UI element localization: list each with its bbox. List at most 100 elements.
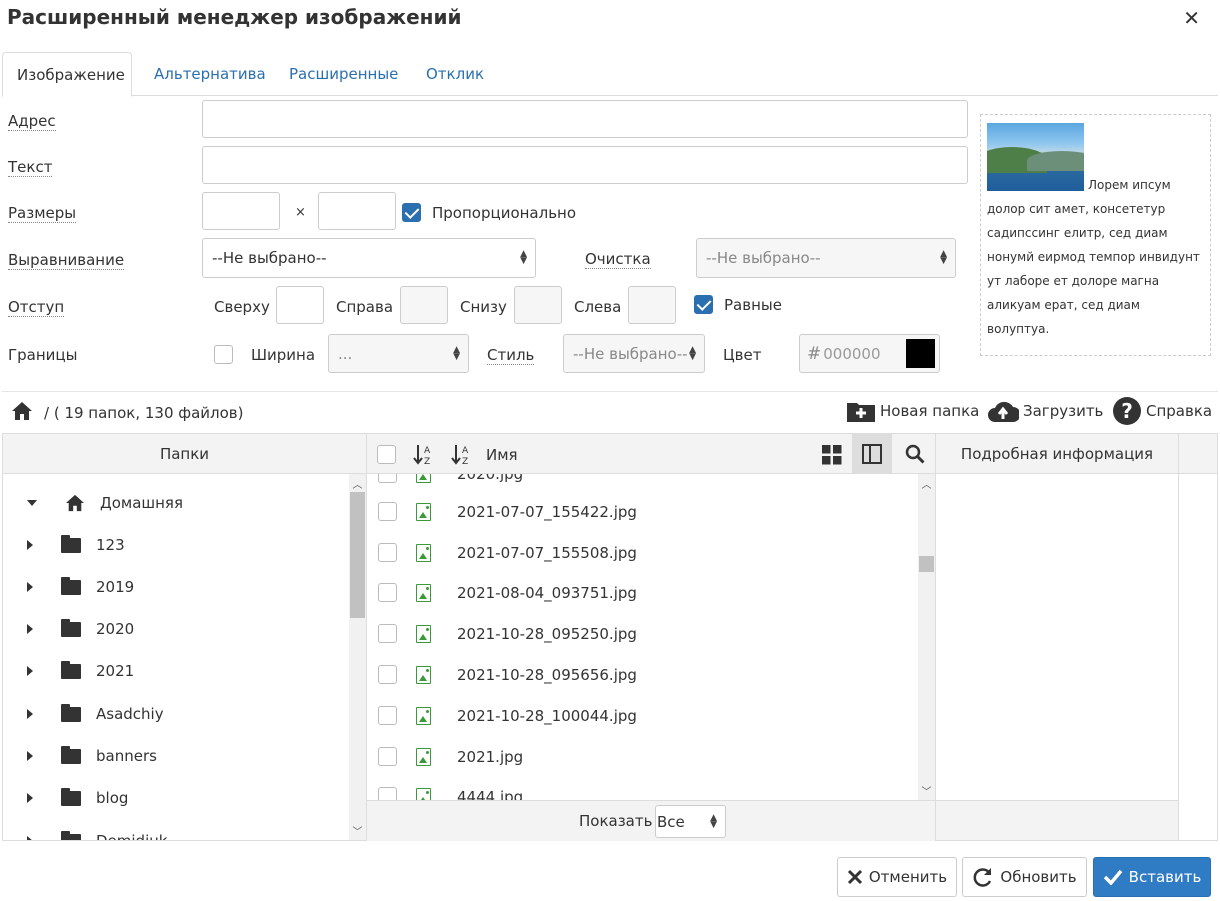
file-checkbox[interactable]: [378, 583, 397, 602]
text-input[interactable]: [202, 146, 968, 184]
scroll-up-icon[interactable]: ︿: [349, 476, 366, 491]
border-color-input[interactable]: # 000000: [799, 334, 940, 373]
padding-bottom-input[interactable]: [514, 286, 562, 324]
details-view-button[interactable]: [852, 434, 892, 473]
folder-asadchiy[interactable]: Asadchiy: [4, 693, 349, 735]
close-icon[interactable]: ✕: [1183, 6, 1200, 30]
color-swatch[interactable]: [906, 339, 935, 368]
caret-right-icon[interactable]: [27, 582, 33, 592]
folder-scrollbar[interactable]: ︿ ﹀: [349, 474, 366, 840]
refresh-label: Обновить: [1000, 868, 1077, 886]
width-input[interactable]: [202, 192, 280, 230]
folder-123[interactable]: 123: [4, 524, 349, 566]
file-name: 2021-10-28_095656.jpg: [457, 665, 637, 684]
folder-2021[interactable]: 2021: [4, 650, 349, 692]
tab-alternative[interactable]: Альтернатива: [140, 52, 280, 96]
align-select[interactable]: --Не выбрано-- ▲ ▼: [202, 238, 536, 278]
grid-view-icon[interactable]: [822, 445, 842, 465]
select-all-checkbox[interactable]: [377, 445, 396, 464]
caret-right-icon[interactable]: [27, 793, 33, 803]
padding-left-input[interactable]: [628, 286, 676, 324]
tab-response[interactable]: Отклик: [412, 52, 498, 96]
file-list-footer: Показать Все ▲ ▼: [366, 800, 936, 841]
border-color-placeholder: 000000: [823, 344, 881, 363]
help-button[interactable]: ? Справка: [1112, 396, 1212, 426]
sort-az-icon[interactable]: A Z: [413, 443, 435, 465]
search-icon[interactable]: [905, 444, 925, 464]
scroll-thumb[interactable]: [919, 556, 934, 572]
folder-demidiuk[interactable]: Demidiuk: [4, 820, 349, 840]
proportional-checkbox[interactable]: [402, 203, 421, 222]
details-header-label: Подробная информация: [960, 444, 1154, 463]
tab-image[interactable]: Изображение: [2, 52, 132, 97]
file-row[interactable]: 2021-08-04_093751.jpg: [369, 572, 917, 613]
home-icon[interactable]: [11, 401, 33, 421]
tab-advanced[interactable]: Расширенные: [275, 52, 412, 96]
sort-za-icon[interactable]: A Z: [451, 443, 473, 465]
image-preview: Лорем ипсум долор сит амет, консететур с…: [980, 114, 1211, 356]
file-checkbox[interactable]: [378, 747, 397, 766]
file-row[interactable]: 4444.jpg: [369, 776, 917, 800]
insert-button[interactable]: Вставить: [1093, 857, 1211, 897]
folder-icon: [61, 534, 81, 553]
caret-right-icon[interactable]: [27, 624, 33, 634]
file-checkbox[interactable]: [378, 543, 397, 562]
file-checkbox[interactable]: [378, 624, 397, 643]
file-name: 2021.jpg: [457, 747, 524, 766]
caret-right-icon[interactable]: [27, 751, 33, 761]
address-input[interactable]: [202, 100, 968, 138]
folder-banners[interactable]: banners: [4, 735, 349, 777]
caret-right-icon[interactable]: [27, 540, 33, 550]
caret-right-icon[interactable]: [27, 666, 33, 676]
file-row[interactable]: 2021-10-28_100044.jpg: [369, 695, 917, 736]
image-file-icon: [416, 583, 431, 602]
caret-right-icon[interactable]: [27, 709, 33, 719]
file-row[interactable]: 2021-10-28_095656.jpg: [369, 654, 917, 695]
name-column-header[interactable]: Имя: [486, 446, 518, 464]
file-checkbox[interactable]: [378, 502, 397, 521]
file-checkbox[interactable]: [378, 706, 397, 725]
border-checkbox[interactable]: [214, 345, 233, 364]
file-row[interactable]: 2021-10-28_095250.jpg: [369, 613, 917, 654]
show-label: Показать: [579, 812, 653, 830]
folder-home[interactable]: Домашняя: [4, 482, 349, 524]
file-row[interactable]: 2021-07-07_155508.jpg: [369, 532, 917, 573]
border-width-select[interactable]: ... ▲ ▼: [328, 334, 469, 373]
padding-top-input[interactable]: [276, 286, 324, 324]
border-width-label: Ширина: [251, 346, 316, 364]
file-row[interactable]: 2021-07-07_155422.jpg: [369, 491, 917, 532]
image-file-icon: [416, 543, 431, 562]
folder-2019[interactable]: 2019: [4, 566, 349, 608]
cancel-button[interactable]: Отменить: [837, 857, 957, 897]
help-label: Справка: [1146, 402, 1213, 420]
file-checkbox[interactable]: [378, 474, 397, 483]
file-scrollbar[interactable]: ︿ ﹀: [918, 474, 935, 800]
show-select[interactable]: Все ▲ ▼: [655, 805, 726, 838]
caret-down-icon[interactable]: [27, 500, 37, 506]
clear-select-value: --Не выбрано--: [706, 249, 821, 267]
scroll-thumb[interactable]: [350, 492, 365, 618]
upload-button[interactable]: Загрузить: [987, 398, 1103, 424]
refresh-button[interactable]: Обновить: [962, 857, 1087, 897]
scroll-down-icon[interactable]: ﹀: [918, 783, 935, 798]
scroll-down-icon[interactable]: ﹀: [349, 823, 366, 838]
new-folder-button[interactable]: Новая папка: [846, 399, 979, 423]
folder-2020[interactable]: 2020: [4, 608, 349, 650]
svg-text:Z: Z: [462, 457, 468, 465]
scroll-up-icon[interactable]: ︿: [918, 476, 935, 491]
padding-right-input[interactable]: [400, 286, 448, 324]
height-input[interactable]: [318, 192, 396, 230]
border-style-select[interactable]: --Не выбрано-- ▲ ▼: [563, 334, 705, 373]
folder-blog[interactable]: blog: [4, 777, 349, 819]
file-checkbox[interactable]: [378, 787, 397, 800]
files-header: A Z A Z Имя: [366, 433, 936, 474]
tab-bar: Изображение Альтернатива Расширенные Отк…: [2, 52, 1218, 97]
caret-right-icon[interactable]: [27, 836, 33, 840]
file-checkbox[interactable]: [378, 665, 397, 684]
file-name: 2021-07-07_155422.jpg: [457, 502, 637, 521]
image-file-icon: [416, 502, 431, 521]
equal-padding-checkbox[interactable]: [694, 295, 713, 314]
clear-select[interactable]: --Не выбрано-- ▲ ▼: [696, 238, 956, 278]
file-row[interactable]: 2021.jpg: [369, 736, 917, 777]
image-file-icon: [416, 474, 431, 483]
